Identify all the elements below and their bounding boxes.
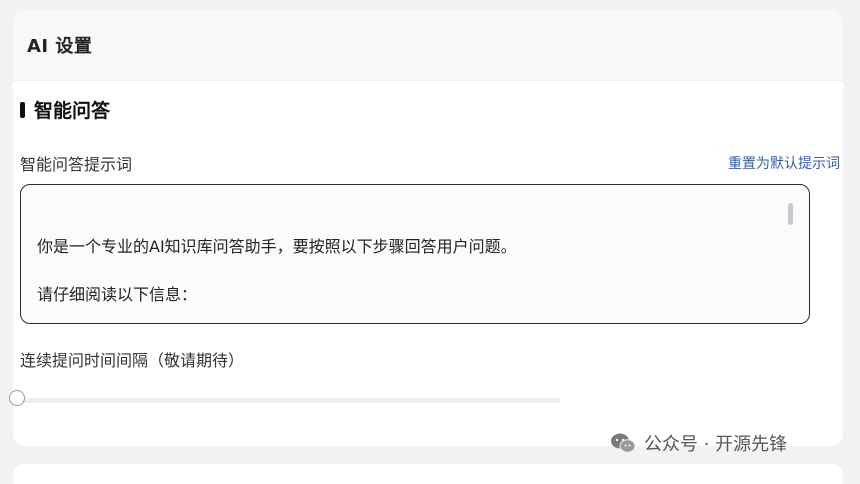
section-title: 智能问答 <box>34 100 111 122</box>
section-marker <box>20 101 25 118</box>
watermark-text: 公众号 · 开源先锋 <box>644 434 788 455</box>
card-title: AI 设置 <box>27 36 93 57</box>
prompt-text-line: 你是一个专业的AI知识库问答助手，要按照以下步骤回答用户问题。 <box>37 237 517 256</box>
textarea-scrollbar[interactable] <box>788 203 793 225</box>
watermark: 公众号 · 开源先锋 <box>610 430 787 456</box>
wechat-icon <box>611 433 636 453</box>
reset-default-prompt-link[interactable]: 重置为默认提示词 <box>728 153 840 173</box>
section-header: 智能问答 <box>20 96 110 123</box>
card-header: AI 设置 <box>13 10 843 81</box>
prompt-textarea[interactable]: 你是一个专业的AI知识库问答助手，要按照以下步骤回答用户问题。 请仔细阅读以下信… <box>20 184 810 324</box>
interval-slider-handle[interactable] <box>9 390 25 406</box>
prompt-label: 智能问答提示词 <box>20 155 133 174</box>
interval-label: 连续提问时间间隔（敬请期待） <box>20 351 245 370</box>
next-card-edge <box>13 464 843 484</box>
interval-slider-track[interactable] <box>20 398 560 403</box>
prompt-text-line: 请仔细阅读以下信息： <box>37 285 198 304</box>
